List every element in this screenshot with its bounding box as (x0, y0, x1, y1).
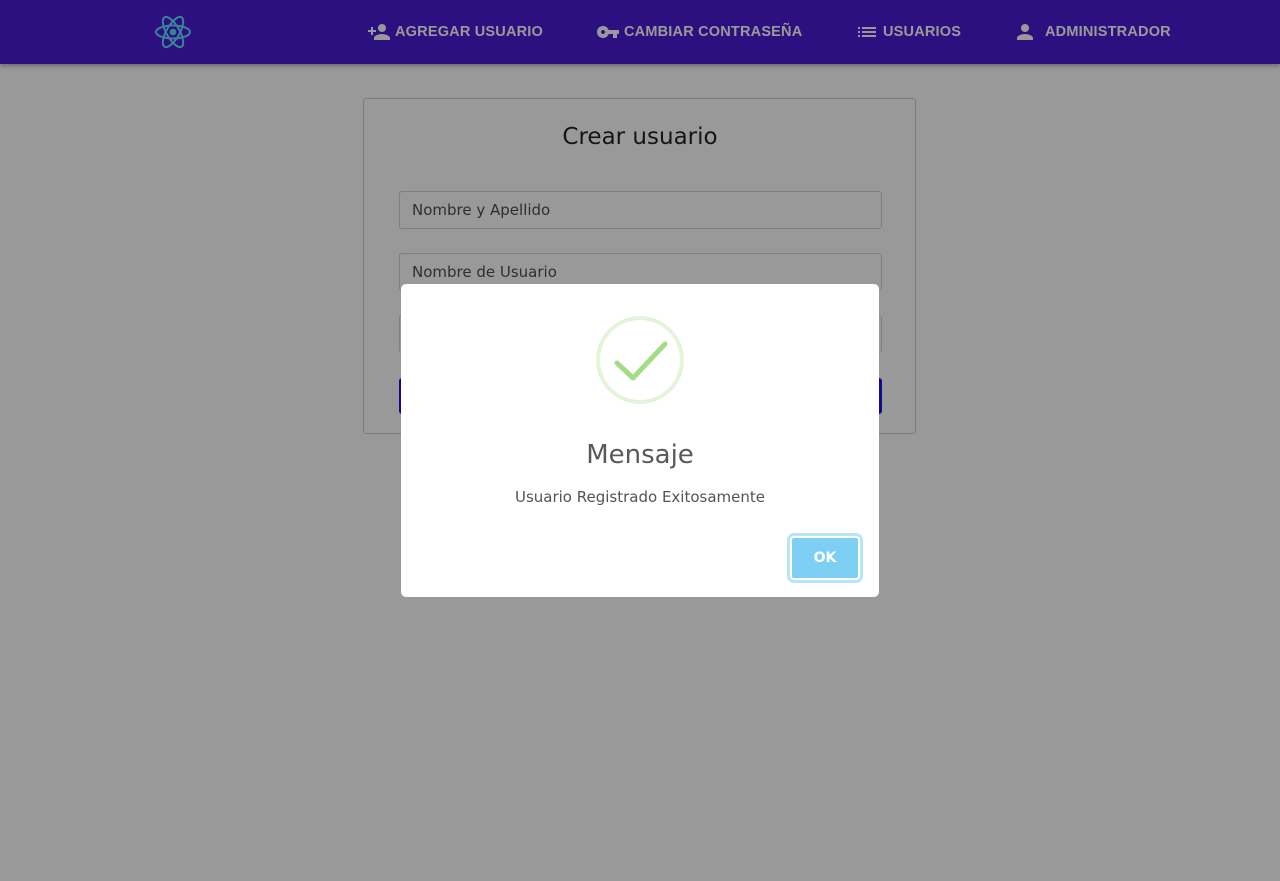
success-dialog: Mensaje Usuario Registrado Exitosamente … (401, 284, 879, 597)
dialog-message: Usuario Registrado Exitosamente (514, 488, 765, 506)
page: AGREGAR USUARIO CAMBIAR CONTRASEÑA USUAR… (0, 0, 1280, 881)
dialog-title: Mensaje (586, 440, 694, 470)
ok-button[interactable]: OK (787, 533, 863, 583)
success-check-icon (596, 316, 684, 404)
